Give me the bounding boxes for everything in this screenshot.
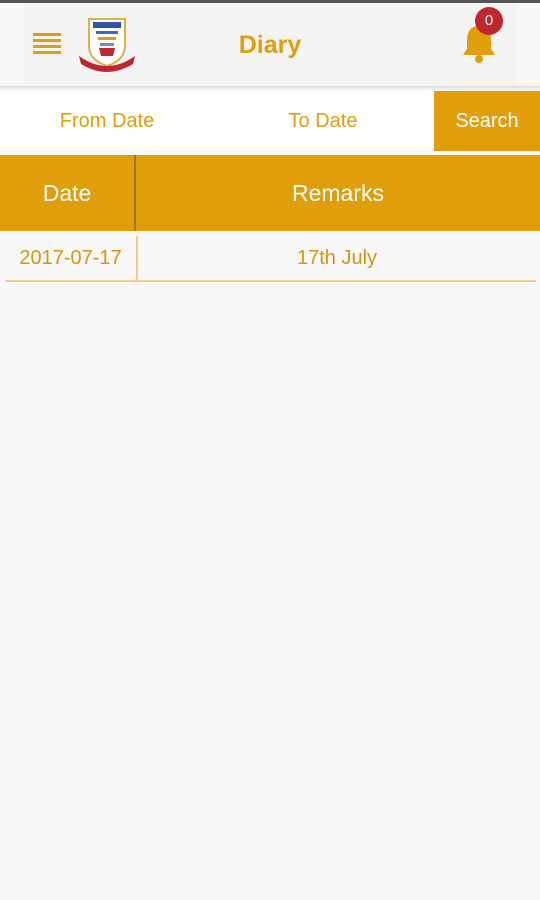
column-header-date: Date (42, 180, 92, 206)
filter-bar: From Date To Date Search (0, 91, 540, 151)
notification-count-badge: 0 (475, 7, 503, 35)
to-date-field[interactable]: To Date (216, 91, 430, 151)
table-header: Date Remarks (0, 155, 540, 231)
column-header-remarks: Remarks (291, 180, 384, 206)
page-title: Diary (238, 31, 302, 59)
row-remarks-cell: 17th July (296, 247, 378, 269)
school-logo (76, 16, 138, 72)
row-date-cell: 2017-07-17 (19, 247, 122, 269)
search-button[interactable]: Search (434, 91, 540, 151)
from-date-field[interactable]: From Date (0, 91, 214, 151)
table-row[interactable]: 2017-07-17 17th July (5, 236, 536, 282)
app-bar-shadow (0, 86, 540, 90)
hamburger-menu-icon[interactable] (33, 33, 61, 55)
school-crest-icon (79, 18, 135, 72)
